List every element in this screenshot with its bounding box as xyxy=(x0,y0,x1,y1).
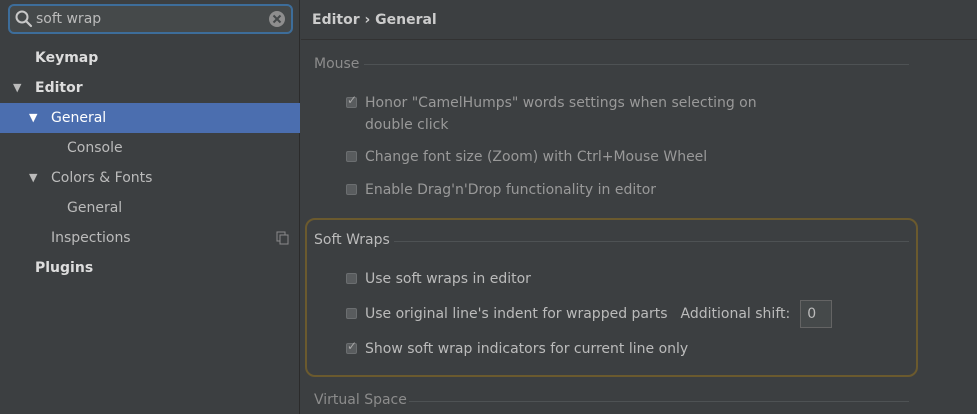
option-label: Show soft wrap indicators for current li… xyxy=(365,341,689,357)
settings-sidebar: Keymap ▼ Editor ▼ General Console ▼ Colo… xyxy=(0,0,300,414)
settings-content: Editor › General Mouse ✓ Honor "CamelHum… xyxy=(301,0,977,414)
option-label: Enable Drag'n'Drop functionality in edit… xyxy=(365,182,657,198)
tree-item-colors-fonts[interactable]: ▼ Colors & Fonts xyxy=(0,163,300,193)
settings-tree: Keymap ▼ Editor ▼ General Console ▼ Colo… xyxy=(0,43,300,283)
search-box[interactable] xyxy=(8,4,293,34)
section-title-soft-wraps: Soft Wraps xyxy=(314,232,390,248)
option-original-indent[interactable]: Use original line's indent for wrapped p… xyxy=(346,300,833,328)
checkbox[interactable] xyxy=(346,151,357,162)
copy-icon xyxy=(276,231,289,245)
tree-item-label: Keymap xyxy=(35,50,99,66)
tree-item-inspections[interactable]: Inspections xyxy=(0,223,300,253)
checkmark-icon: ✓ xyxy=(347,93,358,107)
clear-icon[interactable] xyxy=(267,9,287,29)
tree-item-label: General xyxy=(51,110,107,126)
additional-shift-label: Additional shift: xyxy=(680,306,791,322)
tree-item-editor[interactable]: ▼ Editor xyxy=(0,73,300,103)
checkmark-icon: ✓ xyxy=(347,339,358,353)
breadcrumb: Editor › General xyxy=(301,0,977,40)
option-label-line1: Honor "CamelHumps" words settings when s… xyxy=(365,95,757,111)
expand-arrow-icon[interactable]: ▼ xyxy=(13,73,21,103)
option-zoom-font[interactable]: Change font size (Zoom) with Ctrl+Mouse … xyxy=(346,146,707,168)
checkbox[interactable]: ✓ xyxy=(346,339,358,354)
expand-arrow-icon[interactable]: ▼ xyxy=(29,103,37,133)
tree-item-colors-general[interactable]: General xyxy=(0,193,300,223)
tree-item-keymap[interactable]: Keymap xyxy=(0,43,300,73)
tree-item-label: Colors & Fonts xyxy=(51,170,153,186)
tree-item-editor-general[interactable]: ▼ General xyxy=(0,103,300,133)
tree-item-plugins[interactable]: Plugins xyxy=(0,253,300,283)
section-title-mouse: Mouse xyxy=(314,56,360,72)
checkbox[interactable] xyxy=(346,184,357,195)
section-title-virtual-space: Virtual Space xyxy=(314,392,407,408)
section-divider xyxy=(364,64,909,65)
checkbox[interactable] xyxy=(346,273,357,284)
tree-item-label: Editor xyxy=(35,80,83,96)
option-label: Honor "CamelHumps" words settings when s… xyxy=(365,92,757,136)
option-label: Change font size (Zoom) with Ctrl+Mouse … xyxy=(365,149,708,165)
search-icon xyxy=(15,10,33,28)
option-drag-drop[interactable]: Enable Drag'n'Drop functionality in edit… xyxy=(346,179,656,201)
expand-arrow-icon[interactable]: ▼ xyxy=(29,163,37,193)
tree-item-label: Console xyxy=(67,140,123,156)
option-label: Use soft wraps in editor xyxy=(365,271,531,287)
tree-item-label: General xyxy=(67,200,123,216)
tree-item-console[interactable]: Console xyxy=(0,133,300,163)
option-label-line2: double click xyxy=(365,117,449,133)
option-label: Use original line's indent for wrapped p… xyxy=(365,306,668,322)
checkbox[interactable] xyxy=(346,308,357,319)
option-wrap-indicators[interactable]: ✓ Show soft wrap indicators for current … xyxy=(346,338,688,360)
tree-item-label: Plugins xyxy=(35,260,94,276)
search-input[interactable] xyxy=(35,7,267,31)
option-use-soft-wraps[interactable]: Use soft wraps in editor xyxy=(346,268,531,290)
checkbox[interactable]: ✓ xyxy=(346,93,358,108)
option-camelhumps[interactable]: ✓ Honor "CamelHumps" words settings when… xyxy=(346,92,757,136)
tree-item-label: Inspections xyxy=(51,230,131,246)
section-divider xyxy=(409,401,909,402)
additional-shift-input[interactable] xyxy=(800,300,833,328)
section-divider xyxy=(394,241,909,242)
